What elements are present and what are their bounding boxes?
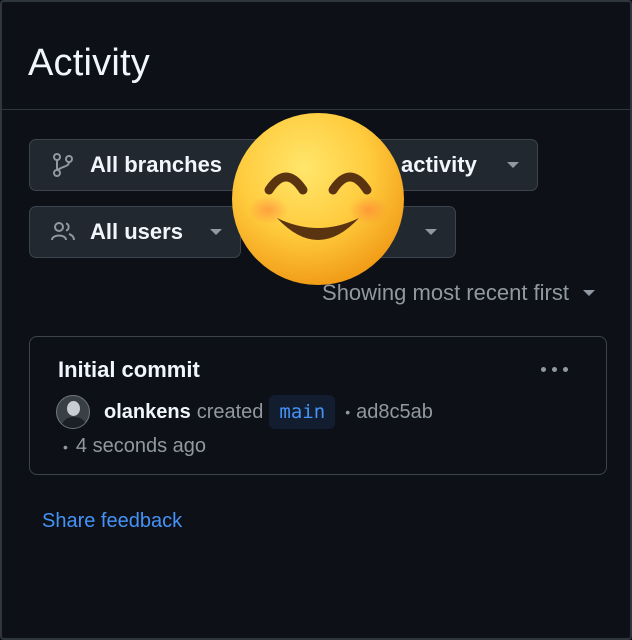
commit-meta: olankens created main • ad8c5ab: [56, 395, 433, 429]
page-title: Activity: [28, 42, 150, 84]
chevron-down-icon: [507, 162, 519, 168]
separator-dot: •: [63, 439, 68, 455]
commit-author[interactable]: olankens: [104, 401, 191, 424]
activity-item: Initial commit olankens created main • a…: [29, 336, 607, 475]
chevron-down-icon: [583, 290, 595, 296]
commit-time-text[interactable]: 4 seconds ago: [76, 435, 206, 457]
commit-time: • 4 seconds ago: [63, 435, 206, 458]
users-filter-button[interactable]: All users: [29, 206, 241, 258]
more-options-icon[interactable]: [541, 367, 568, 372]
separator-dot: •: [345, 404, 351, 420]
share-feedback-link[interactable]: Share feedback: [42, 510, 182, 533]
avatar[interactable]: [56, 395, 90, 429]
chevron-down-icon: [210, 229, 222, 235]
smiling-face-emoji-icon: [232, 113, 404, 285]
people-icon: [50, 219, 76, 245]
commit-title[interactable]: Initial commit: [58, 357, 200, 383]
branch-badge[interactable]: main: [269, 395, 336, 429]
panel-header: Activity: [2, 2, 630, 110]
users-filter-label: All users: [90, 219, 183, 244]
git-branch-icon: [50, 152, 76, 178]
activity-panel: Activity All branches activity All users…: [0, 0, 632, 640]
commit-sha[interactable]: ad8c5ab: [356, 401, 433, 424]
commit-action: created: [196, 400, 264, 423]
activity-filter-label: activity: [401, 152, 477, 177]
chevron-down-icon: [425, 229, 437, 235]
branches-filter-label: All branches: [90, 152, 223, 177]
